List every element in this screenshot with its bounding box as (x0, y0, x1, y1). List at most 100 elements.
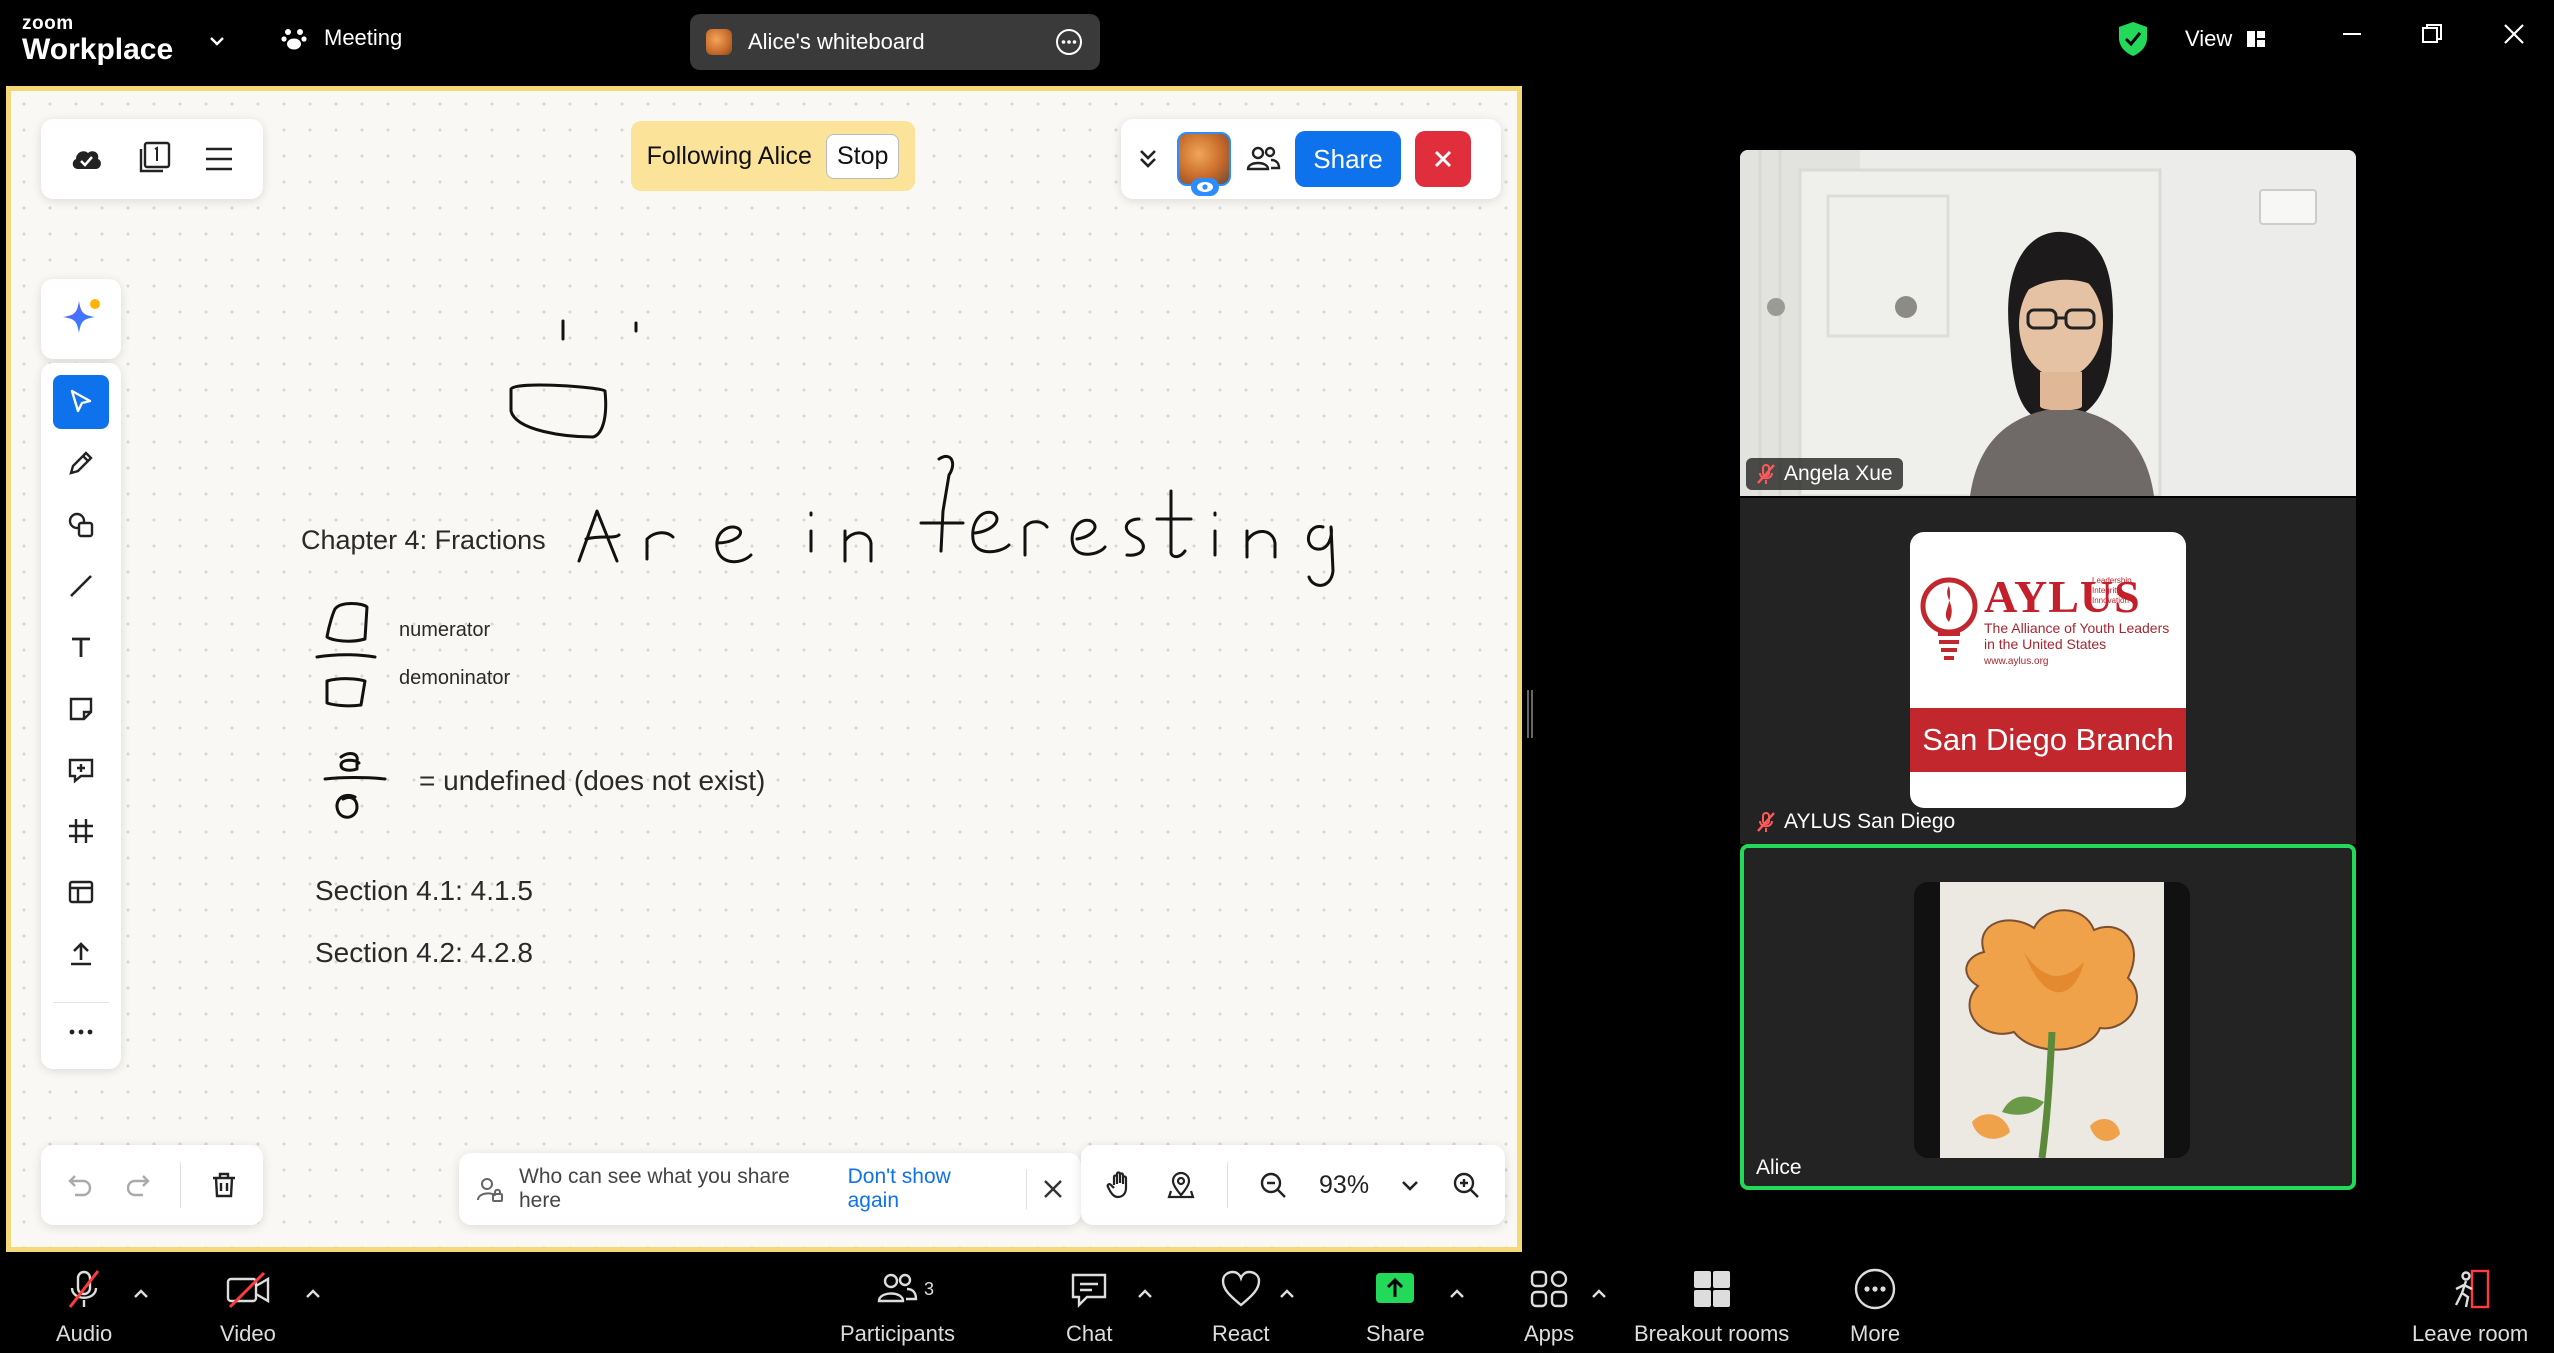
presenter-avatar[interactable] (1177, 132, 1231, 196)
section-4-2-text[interactable]: Section 4.2: 4.2.8 (315, 937, 533, 969)
apps-icon (1530, 1270, 1568, 1308)
double-chevron-down-icon[interactable] (1133, 144, 1163, 174)
apps-button[interactable]: Apps (1524, 1267, 1574, 1347)
zoom-in-icon[interactable] (1450, 1169, 1482, 1201)
cloud-save-icon[interactable] (68, 141, 104, 177)
zoom-level[interactable]: 93% (1319, 1171, 1369, 1200)
chat-label: Chat (1066, 1321, 1113, 1346)
encryption-shield-icon[interactable] (2116, 20, 2150, 58)
audio-button[interactable]: Audio (56, 1267, 112, 1347)
video-options-caret[interactable] (302, 1283, 324, 1305)
restore-icon[interactable] (2420, 22, 2444, 46)
participants-label: Participants (840, 1321, 955, 1346)
more-button[interactable]: More (1850, 1267, 1900, 1347)
upload-tool[interactable] (53, 927, 109, 981)
more-tools[interactable] (53, 1001, 109, 1062)
collaborators-icon[interactable] (1245, 141, 1281, 177)
stop-following-button[interactable]: Stop (825, 133, 900, 179)
menu-icon[interactable] (202, 142, 236, 176)
leave-room-button[interactable]: Leave room (2412, 1267, 2528, 1347)
text-tool[interactable] (53, 620, 109, 674)
chapter-title[interactable]: Chapter 4: Fractions (301, 525, 546, 556)
following-banner: Following Alice Stop (631, 121, 915, 191)
undefined-text[interactable]: = undefined (does not exist) (419, 765, 765, 797)
hand-pan-icon[interactable] (1104, 1169, 1136, 1201)
subtitle-line: in the United States (1984, 636, 2107, 652)
participant-name: Alice (1756, 1156, 1802, 1179)
apps-options-caret[interactable] (1588, 1283, 1610, 1305)
select-tool[interactable] (53, 375, 109, 430)
chat-button[interactable]: Chat (1066, 1267, 1112, 1347)
participant-name: Angela Xue (1784, 462, 1893, 485)
zoom-out-icon[interactable] (1257, 1169, 1289, 1201)
history-panel (41, 1145, 263, 1225)
video-off-icon (226, 1271, 270, 1309)
location-pin-icon[interactable] (1165, 1169, 1197, 1201)
chat-options-caret[interactable] (1134, 1283, 1156, 1305)
template-tool[interactable] (53, 865, 109, 919)
line-tool[interactable] (53, 559, 109, 613)
chevron-down-icon[interactable] (206, 30, 228, 52)
pen-tool[interactable] (53, 436, 109, 490)
more-options-icon[interactable] (1054, 27, 1084, 57)
undo-icon[interactable] (65, 1170, 95, 1200)
video-button[interactable]: Video (220, 1267, 276, 1347)
numerator-label[interactable]: numerator (399, 619, 490, 642)
whiteboard-owner-avatar (706, 29, 732, 55)
share-screen-button[interactable]: Share (1366, 1267, 1425, 1347)
notice-text: Who can see what you share here (519, 1165, 790, 1212)
whiteboard-file-panel (41, 119, 263, 199)
meeting-toolbar: Audio Video Participants 3 Chat React Sh… (0, 1253, 2554, 1353)
panel-resize-handle[interactable] (1527, 690, 1533, 738)
participants-button[interactable]: Participants (840, 1267, 955, 1347)
brand-bottom: Workplace (22, 33, 174, 66)
section-4-1-text[interactable]: Section 4.1: 4.1.5 (315, 875, 533, 907)
comment-tool[interactable] (53, 743, 109, 797)
chevron-down-icon[interactable] (1399, 1174, 1421, 1196)
breakout-rooms-icon (1693, 1271, 1730, 1307)
audio-options-caret[interactable] (130, 1283, 152, 1305)
video-tile-angela[interactable]: Angela Xue (1740, 150, 2356, 496)
close-notice-icon[interactable] (1041, 1177, 1065, 1201)
more-label: More (1850, 1321, 1901, 1346)
breakout-label: Breakout rooms (1634, 1321, 1790, 1346)
share-options-caret[interactable] (1446, 1283, 1468, 1305)
meeting-button[interactable]: Meeting (280, 24, 402, 52)
view-button[interactable]: View (2185, 26, 2266, 52)
share-whiteboard-button[interactable]: Share (1295, 131, 1401, 187)
minimize-icon[interactable] (2340, 22, 2364, 46)
pages-icon[interactable] (133, 139, 173, 179)
video-tile-aylus[interactable]: AYLUS Leadership Integrity Innovation Th… (1740, 498, 2356, 844)
denominator-label[interactable]: demoninator (399, 667, 510, 690)
shapes-tool[interactable] (53, 498, 109, 552)
whiteboard-canvas[interactable]: Chapter 4: Fractions numerator demoninat… (6, 86, 1522, 1252)
frame-tool[interactable] (53, 804, 109, 858)
participant-name-label: Angela Xue (1746, 458, 1903, 490)
muted-mic-icon (1756, 463, 1776, 485)
tagline-line: Integrity (2092, 586, 2121, 595)
alice-avatar-photo (1914, 882, 2190, 1158)
brand-top: zoom (22, 13, 74, 34)
redo-icon[interactable] (123, 1170, 153, 1200)
react-options-caret[interactable] (1276, 1283, 1298, 1305)
react-button[interactable]: React (1212, 1267, 1269, 1347)
aylus-branch-banner: San Diego Branch (1910, 708, 2186, 772)
dont-show-again-link[interactable]: Don't show again (848, 1165, 1006, 1213)
close-whiteboard-button[interactable] (1415, 131, 1471, 187)
heart-icon (1221, 1270, 1260, 1307)
participant-name-label: Alice (1746, 1152, 1812, 1184)
close-icon (1434, 150, 1452, 168)
aylus-logo: AYLUS Leadership Integrity Innovation Th… (1910, 532, 2186, 808)
breakout-rooms-button[interactable]: Breakout rooms (1634, 1267, 1789, 1347)
title-bar: zoom Workplace Meeting Alice's whiteboar… (0, 0, 2554, 80)
whiteboard-tab-label: Alice's whiteboard (748, 29, 925, 54)
ai-assistant-button[interactable] (41, 279, 121, 359)
close-window-icon[interactable] (2502, 22, 2526, 46)
trash-icon[interactable] (209, 1170, 239, 1200)
handwritten-drawings (315, 319, 1335, 819)
meeting-label: Meeting (324, 25, 403, 50)
video-tile-alice[interactable]: Alice (1740, 844, 2356, 1190)
tagline-line: Leadership (2092, 576, 2132, 585)
whiteboard-tab[interactable]: Alice's whiteboard (690, 14, 1100, 70)
sticky-note-tool[interactable] (53, 681, 109, 735)
